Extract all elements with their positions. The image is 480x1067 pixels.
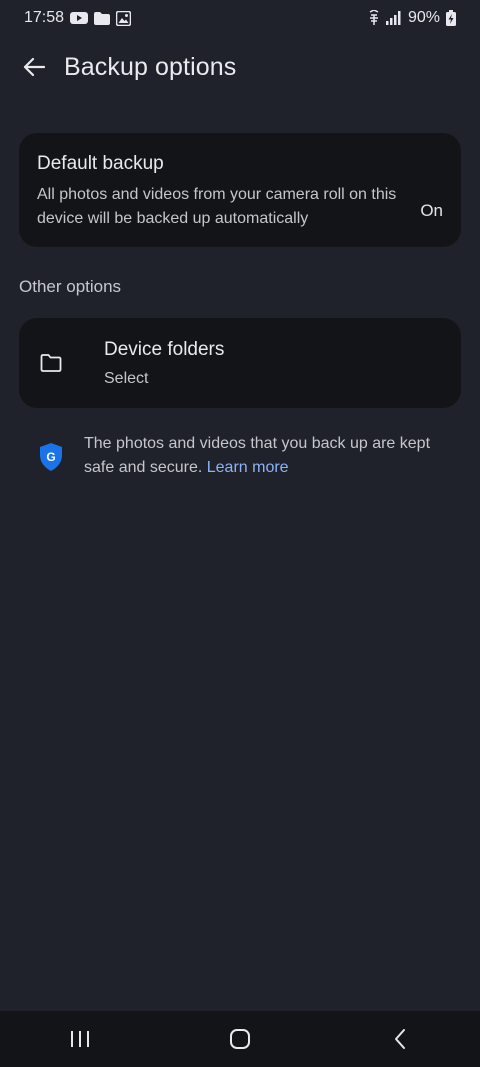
default-backup-text: Default backup All photos and videos fro… (37, 153, 397, 247)
back-chevron-icon (395, 1029, 405, 1049)
device-folders-text: Device folders Select (104, 339, 224, 388)
status-bar: 17:58 90% (0, 0, 480, 36)
page-title: Backup options (64, 52, 237, 81)
youtube-icon (70, 11, 89, 25)
svg-text:G: G (46, 450, 55, 464)
learn-more-link[interactable]: Learn more (207, 459, 289, 476)
default-backup-title: Default backup (37, 153, 164, 174)
top-app-bar: Backup options (0, 40, 480, 94)
system-navigation-bar (0, 1011, 480, 1067)
battery-percent: 90% (407, 9, 440, 26)
default-backup-card[interactable]: Default backup All photos and videos fro… (19, 133, 461, 247)
recents-icon (71, 1031, 89, 1047)
back-button[interactable] (18, 51, 50, 83)
home-icon (230, 1029, 250, 1049)
alarm-icon (368, 10, 380, 26)
system-back-button[interactable] (370, 1017, 430, 1061)
device-folders-card[interactable]: Device folders Select (19, 318, 461, 408)
device-folders-subtitle: Select (104, 369, 149, 387)
security-info-text: The photos and videos that you back up a… (84, 432, 444, 480)
home-button[interactable] (210, 1017, 270, 1061)
gallery-icon (116, 10, 132, 26)
security-info: G The photos and videos that you back up… (38, 432, 448, 480)
arrow-left-icon (23, 57, 45, 77)
status-left: 17:58 (24, 9, 132, 27)
status-right: 90% (368, 9, 456, 27)
status-time: 17:58 (24, 9, 65, 26)
folder-icon (94, 11, 111, 25)
device-folders-title: Device folders (104, 338, 225, 360)
recents-button[interactable] (50, 1017, 110, 1061)
folder-outline-icon (40, 354, 62, 372)
signal-icon (385, 11, 402, 25)
google-shield-icon: G (40, 443, 62, 471)
battery-icon (446, 10, 456, 26)
default-backup-state: On (420, 201, 443, 220)
other-options-label: Other options (19, 277, 122, 296)
default-backup-description: All photos and videos from your camera r… (37, 186, 397, 227)
